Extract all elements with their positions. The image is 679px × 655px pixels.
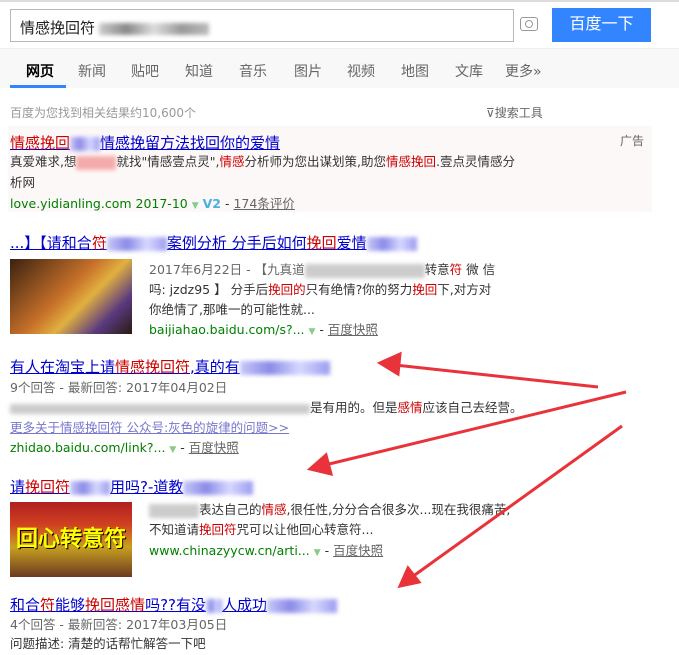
result-title[interactable]: 情感挽回 情感挽留方法找回你的爱情 [10, 132, 280, 153]
tab-map[interactable]: 地图 [401, 61, 429, 81]
result-meta: baijiahao.baidu.com/s?... ▼ - 百度快照 [149, 322, 378, 337]
result-description-line: 不知道请挽回符咒可以让他回心转意符... [149, 522, 374, 537]
result-title[interactable]: ...】【请和合符 案例分析 分手后如何挽回爱情 [10, 232, 417, 253]
arrow-head-icon [376, 351, 402, 377]
result-url[interactable]: zhidao.baidu.com/link?... [10, 440, 165, 455]
tab-video[interactable]: 视频 [347, 61, 375, 81]
active-tab-indicator [10, 85, 66, 88]
result-description-line: 你绝情了,那唯一的可能性就... [149, 302, 315, 317]
blurred-text [70, 136, 101, 151]
result-description: 表达自己的情感,很任性,分分合合很多次...现在我很痛苦, [149, 500, 510, 520]
result-count: 百度为您找到相关结果约10,600个 [10, 106, 196, 120]
result-meta: www.chinazyycw.cn/arti... ▼ - 百度快照 [149, 543, 384, 558]
tab-wenku[interactable]: 文库 [455, 61, 483, 81]
search-button[interactable]: 百度一下 [552, 8, 651, 42]
search-query-text: 情感挽回符 [20, 19, 96, 37]
filter-icon: ⊽ [486, 106, 495, 120]
result-title[interactable]: 有人在淘宝上请情感挽回符,真的有 [10, 356, 330, 377]
cache-link[interactable]: 百度快照 [328, 322, 378, 337]
result-meta: 9个回答 - 最新回答: 2017年04月02日 [10, 380, 228, 395]
result-meta: love.yidianling.com 2017-10 ▼ V2 - 174条评… [10, 196, 295, 211]
result-thumbnail[interactable] [10, 259, 132, 334]
search-input[interactable]: 情感挽回符 [10, 9, 514, 42]
arrow-head-icon [306, 452, 334, 477]
result-description-line: 吗: jzdz95 】 分手后挽回的只有绝情?你的努力挽回下,对方对 [149, 282, 492, 297]
result-title[interactable]: 和合符能够挽回感情吗??有没 人成功 [10, 594, 338, 615]
tab-news[interactable]: 新闻 [78, 61, 106, 81]
tab-more[interactable]: 更多» [505, 61, 542, 81]
result-description: 真爱难求,想 就找"情感壹点灵",情感分析师为您出谋划策,助您情感挽回.壹点灵情感… [10, 154, 515, 170]
result-url[interactable]: baijiahao.baidu.com/s?... [149, 322, 305, 337]
search-tools-button[interactable]: ⊽搜索工具 [486, 104, 543, 121]
result-url[interactable]: love.yidianling.com [10, 196, 132, 211]
tab-images[interactable]: 图片 [294, 61, 322, 81]
result-title[interactable]: 请挽回符 用吗?-道教 [10, 476, 254, 497]
tab-web[interactable]: 网页 [26, 61, 54, 81]
result-meta: 4个回答 - 最新回答: 2017年03月05日 [10, 617, 228, 632]
result-url[interactable]: www.chinazyycw.cn/arti... [149, 543, 310, 558]
v2-badge: V2 [202, 196, 221, 211]
result-description: 是有用的。但是感情应该自己去经营。 [10, 398, 523, 418]
result-description-cont: 析网 [10, 175, 36, 190]
tab-music[interactable]: 音乐 [239, 61, 267, 81]
tab-bar: 网页 新闻 贴吧 知道 音乐 图片 视频 地图 文库 更多» [0, 48, 679, 88]
blurred-query [99, 22, 210, 35]
tab-tieba[interactable]: 贴吧 [131, 61, 159, 81]
result-description: 2017年6月22日 - 【九真道 转意符 微 信 [149, 262, 496, 278]
more-questions-link[interactable]: 更多关于情感挽回符 公众号:灰色的旋律的问题>> [10, 418, 289, 438]
cache-link[interactable]: 百度快照 [189, 440, 239, 455]
tab-zhidao[interactable]: 知道 [185, 61, 213, 81]
result-thumbnail[interactable]: 回心转意符 [10, 502, 132, 577]
camera-icon[interactable] [520, 17, 538, 31]
reviews-link[interactable]: 174条评价 [233, 196, 294, 211]
search-header: 情感挽回符 百度一下 [0, 0, 679, 48]
ad-label: 广告 [619, 134, 644, 148]
result-meta: zhidao.baidu.com/link?... ▼ - 百度快照 [10, 440, 239, 455]
arrow-line [394, 363, 599, 389]
cache-link[interactable]: 百度快照 [333, 543, 383, 558]
result-description: 问题描述: 清楚的话帮忙解答一下吧 [10, 636, 206, 651]
arrow-head-icon [397, 565, 422, 589]
